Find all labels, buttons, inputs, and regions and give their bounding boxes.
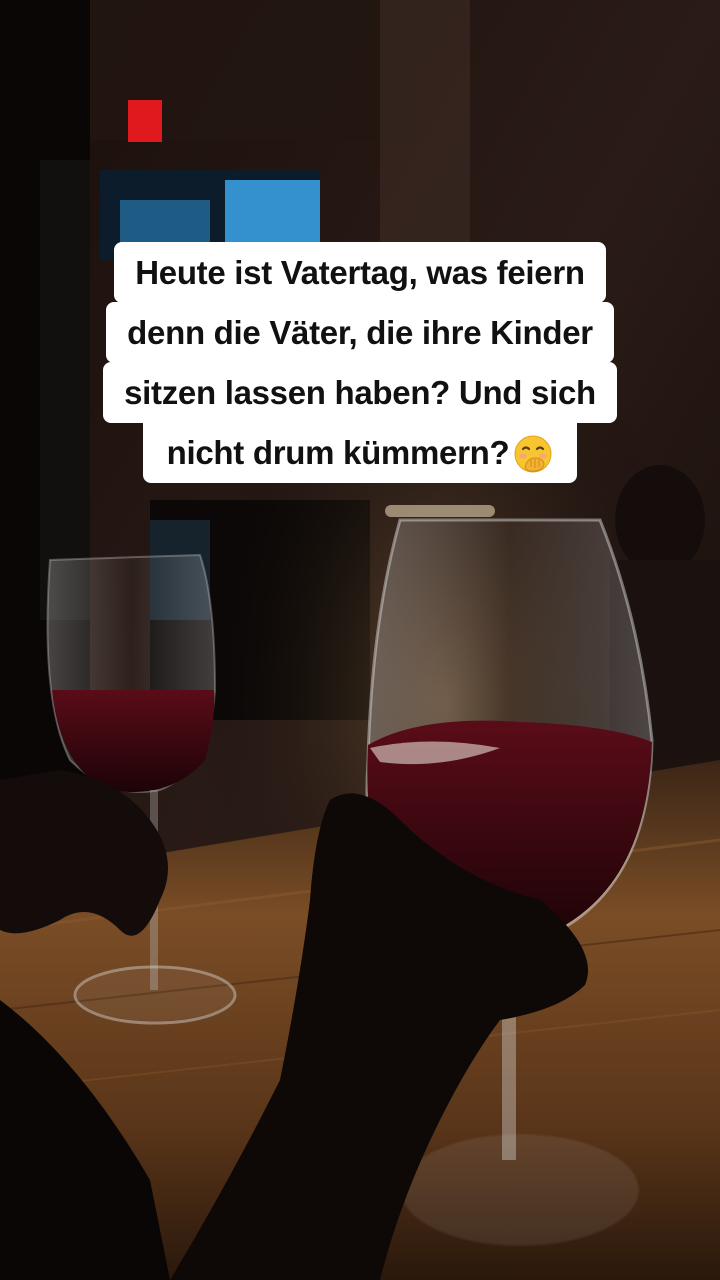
caption-line-4: nicht drum kümmern? — [142, 422, 578, 483]
bar-scene-illustration — [0, 0, 720, 1280]
caption-line-4-text: nicht drum kümmern? — [166, 434, 510, 471]
photo-background — [0, 0, 720, 1280]
caption-line-3: sitzen lassen haben? Und sich — [103, 362, 617, 423]
hand-over-mouth-emoji-icon — [513, 432, 553, 473]
caption-line-2: denn die Väter, die ihre Kinder — [106, 302, 614, 363]
caption-overlay: Heute ist Vatertag, was feiern denn die … — [0, 242, 720, 483]
caption-line-1: Heute ist Vatertag, was feiern — [114, 242, 606, 303]
